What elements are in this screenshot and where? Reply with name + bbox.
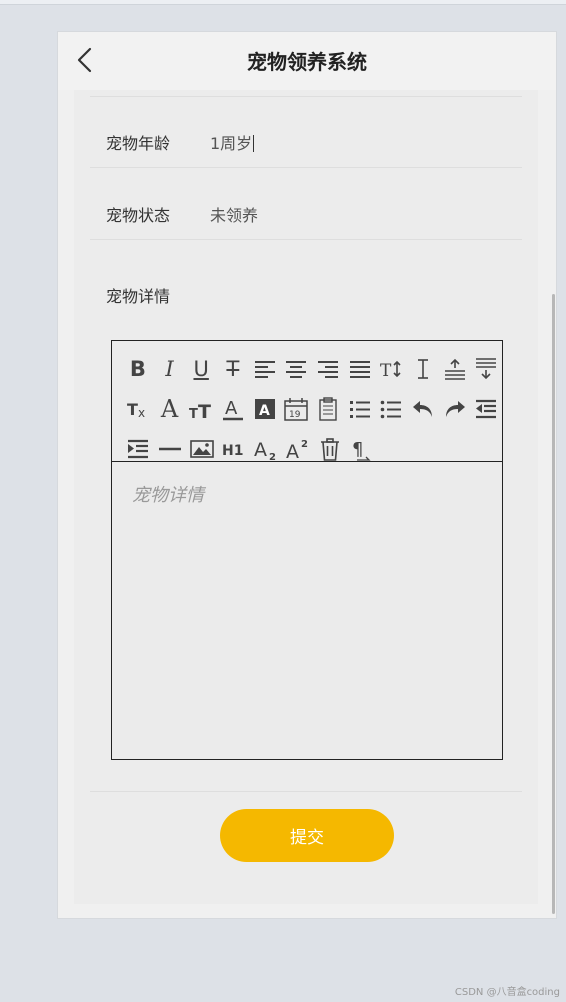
mobile-page: 宠物领养系统 宠物年龄 1周岁 宠物状态 未领养 宠物详情 B I U T T … xyxy=(57,31,557,919)
font-size-icon[interactable]: T xyxy=(375,353,407,385)
redo-icon[interactable] xyxy=(439,393,471,425)
editor-toolbar: B I U T T Tx A TT A A 19 H1 A 2 A 2 ¶ xyxy=(112,341,502,462)
paragraph-after-icon[interactable] xyxy=(470,353,502,385)
svg-text:A: A xyxy=(259,403,270,419)
form-panel: 宠物年龄 1周岁 宠物状态 未领养 宠物详情 B I U T T T x A T… xyxy=(74,90,538,904)
rich-text-editor: B I U T T Tx A TT A A 19 H1 A 2 A 2 ¶ 宠物… xyxy=(111,340,503,760)
outdent-icon[interactable] xyxy=(470,393,502,425)
bold-icon[interactable]: B xyxy=(122,353,154,385)
svg-text:x: x xyxy=(138,406,145,420)
svg-text:2: 2 xyxy=(301,439,308,450)
watermark: CSDN @八音盒coding xyxy=(454,987,560,998)
divider xyxy=(90,239,522,240)
svg-text:A: A xyxy=(286,441,299,462)
ordered-list-icon[interactable] xyxy=(344,393,376,425)
detail-label: 宠物详情 xyxy=(106,287,171,306)
text-cursor xyxy=(253,135,255,152)
background-color-icon[interactable]: A xyxy=(249,393,281,425)
superscript-icon[interactable]: A2 xyxy=(282,433,314,465)
subscript-icon[interactable]: A2 xyxy=(250,433,282,465)
italic-icon[interactable]: I xyxy=(154,353,186,385)
align-justify-icon[interactable] xyxy=(344,353,376,385)
age-label: 宠物年龄 xyxy=(106,134,171,153)
editor-placeholder: 宠物详情 xyxy=(132,485,204,506)
editor-content-area[interactable]: 宠物详情 xyxy=(132,481,204,507)
age-input[interactable]: 1周岁 xyxy=(210,130,255,154)
horizontal-line-icon[interactable] xyxy=(154,433,186,465)
paste-icon[interactable] xyxy=(312,393,344,425)
svg-text:T: T xyxy=(189,407,198,422)
browser-top-strip xyxy=(0,0,566,5)
page-title: 宠物领养系统 xyxy=(247,50,367,74)
toolbar-row-1: B I U T T xyxy=(122,349,502,389)
font-family-icon[interactable]: A xyxy=(154,393,186,425)
delete-icon[interactable] xyxy=(314,433,346,465)
svg-text:T: T xyxy=(127,400,138,419)
divider xyxy=(90,791,522,792)
align-center-icon[interactable] xyxy=(280,353,312,385)
svg-text:¶: ¶ xyxy=(352,439,363,460)
line-height-icon[interactable] xyxy=(407,353,439,385)
date-icon[interactable]: 19 xyxy=(280,393,312,425)
nav-bar: 宠物领养系统 xyxy=(58,32,556,90)
status-label: 宠物状态 xyxy=(106,206,171,225)
svg-text:A: A xyxy=(225,398,238,419)
svg-text:T: T xyxy=(380,361,392,381)
svg-text:A: A xyxy=(254,439,267,461)
submit-button[interactable]: 提交 xyxy=(220,809,394,862)
indent-icon[interactable] xyxy=(122,433,154,465)
paragraph-mark-icon[interactable]: ¶ xyxy=(346,433,378,465)
status-value: 未领养 xyxy=(210,206,259,225)
scrollbar[interactable] xyxy=(552,294,555,914)
svg-text:2: 2 xyxy=(269,452,276,462)
toolbar-row-2: Tx A TT A A 19 xyxy=(122,389,502,429)
divider xyxy=(90,167,522,168)
svg-text:T: T xyxy=(198,401,211,422)
text-size-icon[interactable]: TT xyxy=(185,393,217,425)
image-icon[interactable] xyxy=(186,433,218,465)
unordered-list-icon[interactable] xyxy=(375,393,407,425)
align-left-icon[interactable] xyxy=(249,353,281,385)
align-right-icon[interactable] xyxy=(312,353,344,385)
divider xyxy=(90,96,522,97)
undo-icon[interactable] xyxy=(407,393,439,425)
paragraph-before-icon[interactable] xyxy=(439,353,471,385)
svg-text:19: 19 xyxy=(289,410,301,420)
strikethrough-icon[interactable]: T xyxy=(217,353,249,385)
age-value: 1周岁 xyxy=(210,134,253,153)
underline-icon[interactable]: U xyxy=(185,353,217,385)
heading-icon[interactable]: H1 xyxy=(218,433,250,465)
svg-text:H1: H1 xyxy=(222,443,243,459)
font-color-icon[interactable]: A xyxy=(217,393,249,425)
clear-format-icon[interactable]: Tx xyxy=(122,393,154,425)
toolbar-row-3: H1 A2 A2 ¶ xyxy=(122,429,502,469)
